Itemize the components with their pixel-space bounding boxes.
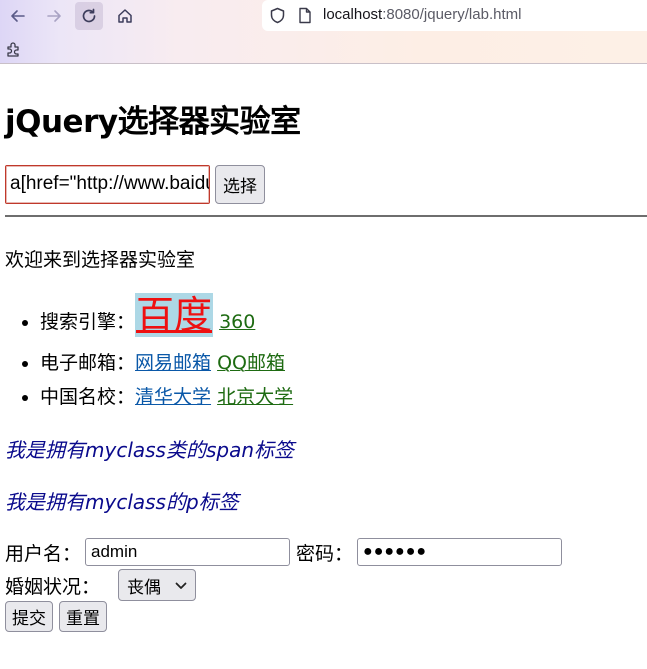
list-item-email: 电子邮箱：网易邮箱 QQ邮箱 [40, 346, 600, 380]
forward-arrow-icon [47, 10, 61, 22]
username-value: admin [91, 542, 138, 561]
home-button[interactable] [111, 2, 139, 30]
marital-selected: 丧偶 [127, 577, 162, 598]
submit-button[interactable]: 提交 [5, 601, 53, 632]
url-host: localhost [323, 6, 383, 23]
link-peking[interactable]: 北京大学 [217, 386, 293, 408]
forward-button[interactable] [40, 2, 68, 30]
link-tsinghua[interactable]: 清华大学 [135, 386, 211, 408]
username-label: 用户名： [5, 542, 82, 565]
selector-row: a[href="http://www.baidu.com"] 选择 [5, 165, 265, 204]
url-text[interactable]: localhost:8080/jquery/lab.html [323, 6, 521, 23]
login-row: 用户名： admin 密码： ●●●●●● [5, 538, 568, 566]
back-arrow-icon [11, 10, 25, 22]
baidu-link[interactable]: 百度 [135, 293, 214, 337]
back-button[interactable] [4, 2, 32, 30]
page-icon[interactable] [298, 7, 312, 24]
marital-row: 婚姻状况： 丧偶 [5, 569, 197, 601]
list-item-schools: 中国名校：清华大学 北京大学 [40, 380, 600, 414]
extensions-icon[interactable] [4, 39, 24, 59]
page-title: jQuery选择器实验室 [5, 104, 301, 140]
link-qq-mail[interactable]: QQ邮箱 [217, 352, 285, 374]
welcome-text: 欢迎来到选择器实验室 [5, 249, 196, 271]
password-field[interactable]: ●●●●●● [357, 538, 563, 566]
form-buttons: 提交 重置 [5, 601, 113, 632]
address-bar[interactable]: localhost:8080/jquery/lab.html [262, 0, 647, 31]
list-label: 搜索引擎： [40, 311, 136, 333]
password-label: 密码： [296, 542, 354, 565]
shield-icon[interactable] [269, 7, 286, 24]
selector-input[interactable]: a[href="http://www.baidu.com"] [5, 165, 210, 204]
reload-icon [82, 8, 96, 23]
home-icon [118, 9, 132, 23]
chevron-down-icon [175, 582, 187, 589]
reload-button[interactable] [75, 2, 103, 30]
list-label: 中国名校： [40, 386, 136, 408]
username-field[interactable]: admin [85, 538, 291, 566]
password-value: ●●●●●● [363, 543, 428, 560]
list-label: 电子邮箱： [40, 352, 136, 374]
divider [5, 215, 647, 217]
browser-toolbar: localhost:8080/jquery/lab.html [0, 0, 647, 64]
link-360[interactable]: 360 [219, 311, 255, 333]
reset-button[interactable]: 重置 [59, 601, 107, 632]
select-button[interactable]: 选择 [215, 165, 265, 204]
list-item-search: 搜索引擎：百度 360 [40, 292, 600, 346]
myclass-span: 我是拥有myclass类的span标签 [5, 438, 295, 462]
link-163-mail[interactable]: 网易邮箱 [135, 352, 211, 374]
selector-input-value: a[href="http://www.baidu.com"] [10, 173, 209, 194]
link-list: 搜索引擎：百度 360 电子邮箱：网易邮箱 QQ邮箱 中国名校：清华大学 北京大… [0, 292, 600, 414]
marital-label: 婚姻状况： [5, 575, 101, 598]
url-path: :8080/jquery/lab.html [382, 6, 522, 23]
marital-select[interactable]: 丧偶 [118, 569, 197, 601]
myclass-paragraph: 我是拥有myclass的p标签 [5, 490, 239, 514]
